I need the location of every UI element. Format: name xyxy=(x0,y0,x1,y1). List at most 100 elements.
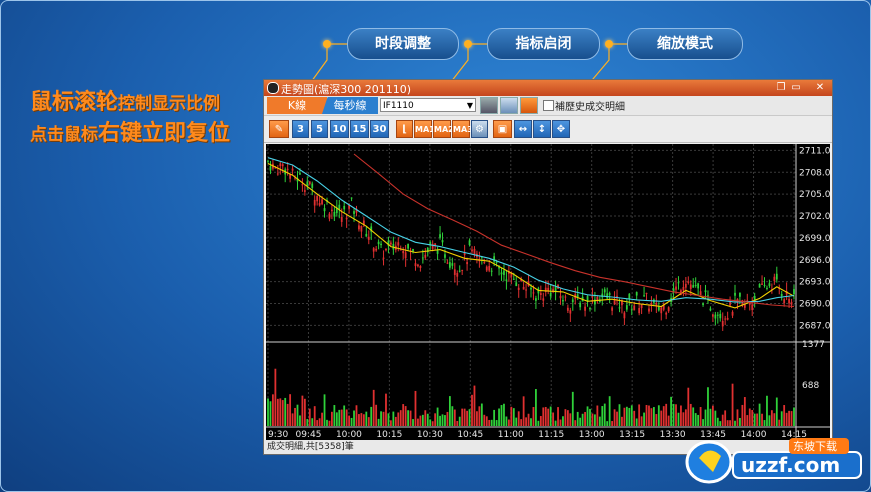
candle-body xyxy=(711,314,714,317)
volume-bar xyxy=(269,401,272,426)
volume-bar xyxy=(279,398,282,426)
volume-bar xyxy=(731,383,734,426)
time-tick-label: 10:45 xyxy=(457,430,483,440)
volume-bar xyxy=(520,419,523,426)
volume-bar xyxy=(785,412,788,426)
callout-dot-2 xyxy=(464,40,472,48)
tab-kline[interactable]: K線 xyxy=(267,97,327,114)
candle-body xyxy=(382,257,385,259)
volume-bar xyxy=(426,413,429,426)
close-icon[interactable]: ✕ xyxy=(814,82,826,93)
volume-bar xyxy=(466,410,468,426)
candle-body xyxy=(279,163,282,166)
volume-bar xyxy=(768,415,771,426)
tab-per-second[interactable]: 每秒線 xyxy=(322,97,378,114)
volume-bar xyxy=(348,415,351,426)
cube-icon[interactable] xyxy=(480,97,498,114)
volume-bar xyxy=(633,410,636,426)
volume-bar xyxy=(488,419,491,426)
volume-bar xyxy=(542,407,545,426)
candle-body xyxy=(424,254,427,258)
promo-line-1-small: 控制显示比例 xyxy=(118,94,221,114)
period-15-button[interactable]: 15 xyxy=(350,120,369,138)
time-tick-label: 9:30 xyxy=(268,430,288,440)
volume-bar xyxy=(630,405,633,426)
period-3-button[interactable]: 3 xyxy=(292,120,309,138)
candle-body xyxy=(503,270,505,275)
zoom-vertical-icon[interactable]: ↕ xyxy=(533,120,551,138)
price-tick-label: 2702.0 xyxy=(799,212,830,222)
volume-bar xyxy=(697,414,700,426)
volume-bar xyxy=(672,403,675,426)
contract-select[interactable]: IF1110 ▼ xyxy=(380,98,476,112)
volume-bar xyxy=(773,413,776,426)
ma1-button[interactable]: MA1 xyxy=(414,120,435,138)
candle-body xyxy=(758,283,761,288)
volume-bar xyxy=(439,415,441,426)
zoom-all-icon[interactable]: ✥ xyxy=(552,120,570,138)
volume-bar xyxy=(751,410,754,426)
restore-icon[interactable]: ❐ xyxy=(775,82,787,93)
volume-bar xyxy=(272,394,274,426)
volume-bar xyxy=(594,414,596,426)
ma3-button[interactable]: MA3 xyxy=(452,120,473,138)
volume-bar xyxy=(709,408,712,426)
period-10-button[interactable]: 10 xyxy=(330,120,349,138)
zoom-horizontal-icon[interactable]: ↔ xyxy=(514,120,532,138)
candle-body xyxy=(780,293,783,296)
period-30-button[interactable]: 30 xyxy=(370,120,389,138)
volume-bar xyxy=(790,411,793,426)
candle-body xyxy=(471,249,473,252)
candle-body xyxy=(360,226,363,232)
volume-bar xyxy=(702,419,704,426)
volume-bar xyxy=(606,421,609,426)
volume-bar xyxy=(328,420,331,426)
volume-bar xyxy=(372,389,375,426)
settings-chain-icon[interactable]: ⚙ xyxy=(471,120,488,138)
minimize-icon[interactable]: ▭ xyxy=(790,82,802,93)
volume-bar xyxy=(618,404,621,426)
volume-bar xyxy=(734,420,736,426)
callout-dot-1 xyxy=(323,40,331,48)
zoom-fit-icon[interactable]: ▣ xyxy=(493,120,512,138)
volume-bar xyxy=(763,420,766,426)
chain-icon[interactable] xyxy=(500,97,518,114)
volume-bar xyxy=(291,413,294,426)
contract-select-value: IF1110 xyxy=(383,101,414,111)
volume-bar xyxy=(554,420,557,426)
volume-bar xyxy=(645,404,648,426)
price-tick-label: 2690.0 xyxy=(799,300,830,310)
candle-body xyxy=(461,269,464,271)
volume-bar xyxy=(643,412,645,426)
volume-bar xyxy=(638,404,641,426)
candle-body xyxy=(358,225,360,230)
paint-icon[interactable] xyxy=(520,97,538,114)
volume-bar xyxy=(793,407,795,426)
volume-bar xyxy=(483,414,486,426)
volume-bar xyxy=(596,405,599,426)
pin-icon[interactable]: ✎ xyxy=(269,120,289,138)
volume-bar xyxy=(453,409,456,426)
candle-body xyxy=(365,233,368,237)
volume-bar xyxy=(306,419,309,426)
volume-bar xyxy=(500,405,503,426)
volume-bar xyxy=(579,417,582,426)
period-5-button[interactable]: 5 xyxy=(311,120,328,138)
chart-area[interactable]: 2711.0 2708.0 2705.0 2702.0 2699.0 2696.0 2693… xyxy=(266,144,831,440)
candle-body xyxy=(657,306,660,311)
volume-bar xyxy=(318,418,321,426)
candle-body xyxy=(566,307,569,311)
candle-body xyxy=(648,308,650,312)
history-checkbox[interactable] xyxy=(543,100,554,111)
volume-bar xyxy=(412,419,414,426)
indicator-chart-icon[interactable]: ⌊ xyxy=(396,120,413,138)
promo-line-2-small: 点击鼠标 xyxy=(30,125,98,145)
candle-body xyxy=(665,312,668,315)
candle-body xyxy=(704,290,707,293)
ma2-button[interactable]: MA2 xyxy=(433,120,454,138)
volume-bar xyxy=(473,385,476,426)
volume-bar xyxy=(603,403,606,426)
candle-body xyxy=(603,289,606,293)
volume-bar xyxy=(677,412,680,426)
candle-body xyxy=(601,293,604,298)
